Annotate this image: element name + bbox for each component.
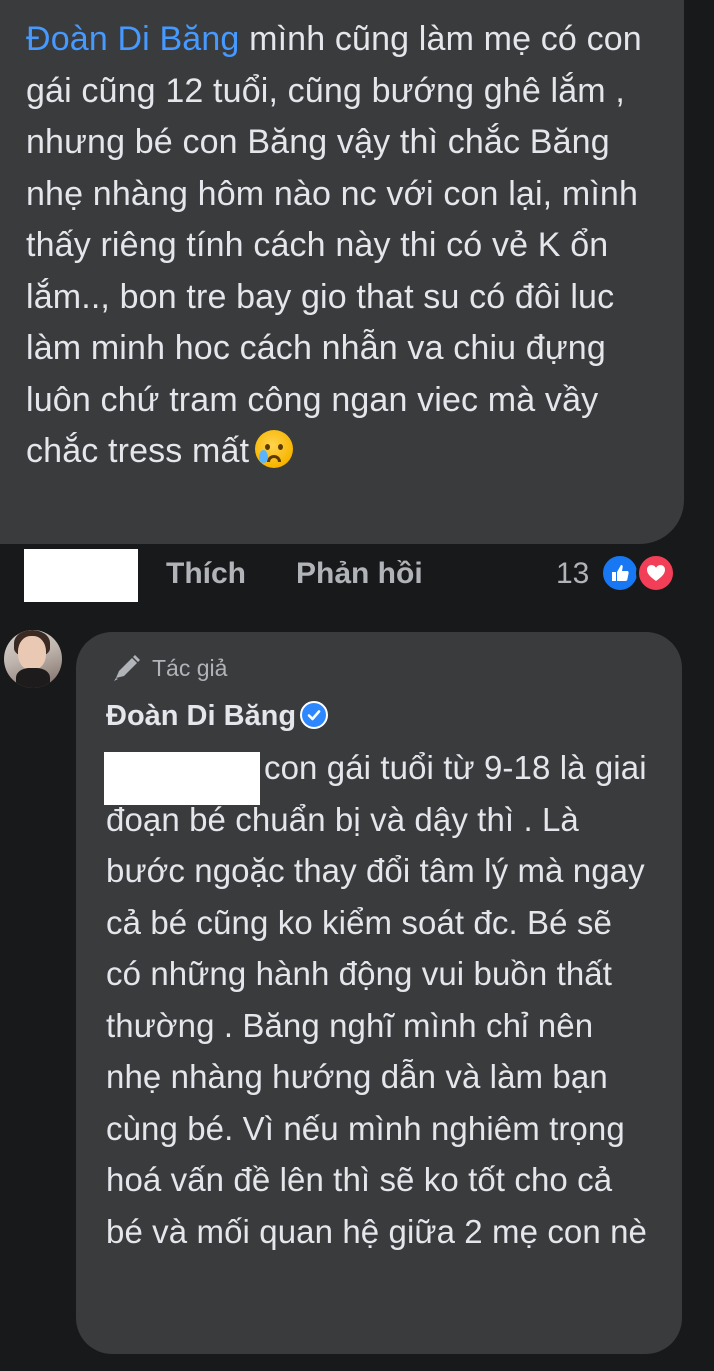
author-name-text[interactable]: Đoàn Di Băng	[106, 700, 296, 732]
reply-button[interactable]: Phản hồi	[296, 557, 423, 591]
comment-actions: Thích Phản hồi 13	[0, 549, 714, 603]
like-button[interactable]: Thích	[166, 557, 246, 591]
love-reaction-icon[interactable]	[636, 553, 676, 593]
reply-bubble: Tác giả Đoàn Di Băng con gái tuổi từ 9-1…	[76, 632, 682, 1354]
verified-badge-icon	[300, 701, 329, 729]
redacted-timestamp	[24, 549, 138, 602]
reply-author-name[interactable]: Đoàn Di Băng	[106, 696, 652, 736]
mention-link[interactable]: Đoàn Di Băng	[26, 20, 240, 58]
comment-thread: Đoàn Di Băng mình cũng làm mẹ có con gái…	[0, 0, 714, 1371]
comment-text: Đoàn Di Băng mình cũng làm mẹ có con gái…	[26, 14, 660, 478]
comment-body: mình cũng làm mẹ có con gái cũng 12 tuổi…	[26, 20, 642, 470]
comment-bubble: Đoàn Di Băng mình cũng làm mẹ có con gái…	[0, 0, 684, 544]
reply-text: con gái tuổi từ 9-18 là giai đoạn bé chu…	[104, 742, 652, 1257]
redacted-mention	[104, 752, 260, 805]
sad-but-relieved-emoji-icon	[255, 430, 294, 468]
like-reaction-icon[interactable]	[600, 553, 640, 593]
reply-body: con gái tuổi từ 9-18 là giai đoạn bé chu…	[106, 749, 648, 1250]
avatar[interactable]	[4, 630, 62, 688]
author-badge: Tác giả	[106, 652, 652, 684]
reaction-count[interactable]: 13	[556, 557, 589, 591]
author-badge-label: Tác giả	[152, 655, 228, 681]
bottom-edge	[0, 1354, 714, 1371]
pen-icon	[112, 654, 142, 690]
